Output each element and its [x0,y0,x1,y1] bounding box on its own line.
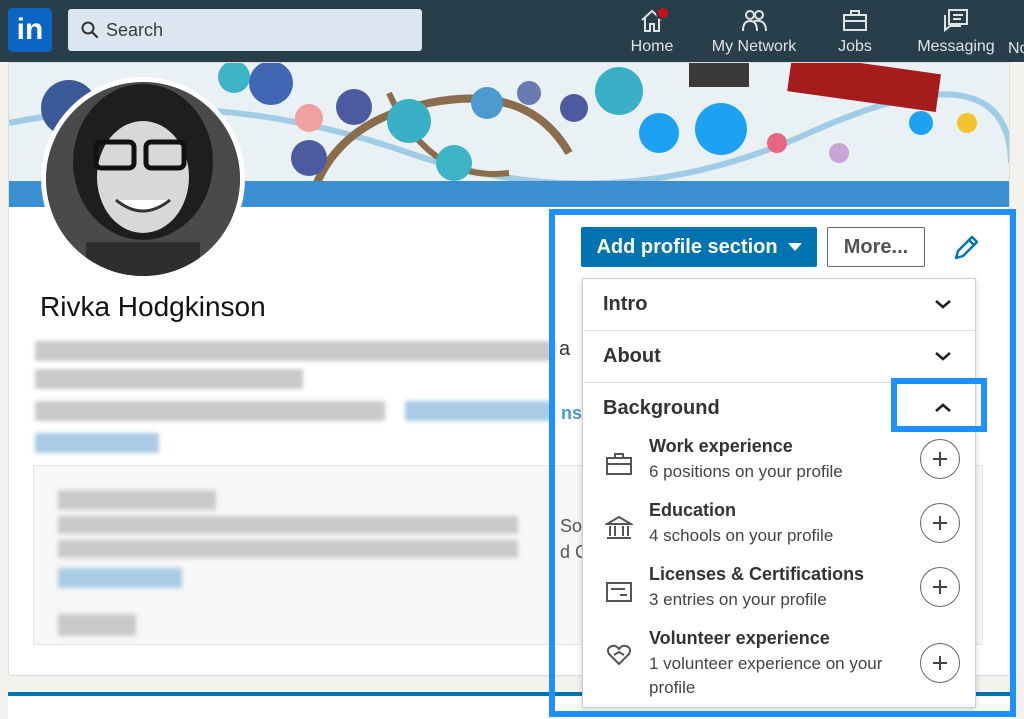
blurred-box-line-2 [58,540,518,558]
nav-messaging-label: Messaging [917,38,995,55]
nav-messaging[interactable]: Messaging [914,6,998,58]
blurred-box-title [58,490,216,510]
highlight-outline-chevron [891,378,987,432]
profile-name: Rivka Hodgkinson [40,291,266,322]
nav-my-network-label: My Network [711,38,797,55]
highlight-outline-menu [549,209,1016,717]
blurred-box-link[interactable] [58,568,182,588]
blurred-headline-line-2 [35,369,303,389]
nav-home[interactable]: Home [628,6,676,58]
blurred-contact-info-link[interactable] [35,433,159,453]
nav-my-network[interactable]: My Network [706,6,802,58]
linkedin-logo[interactable]: in [8,8,52,52]
briefcase-icon [843,10,867,31]
nav-jobs[interactable]: Jobs [832,6,878,58]
profile-photo-image [46,82,240,276]
notification-badge [656,6,670,20]
profile-photo[interactable] [41,77,245,281]
top-nav: in Home My Network Jobs Messaging No [0,0,1024,62]
nav-home-label: Home [630,38,674,55]
blurred-location [35,401,385,421]
nav-jobs-label: Jobs [838,38,872,55]
blurred-box-footer [58,614,136,636]
search-input[interactable] [106,19,406,41]
nav-notifications[interactable]: No [1008,6,1024,58]
messaging-icon [944,9,968,33]
search-box[interactable] [68,9,422,51]
people-icon [742,10,767,32]
blurred-box-line-1 [58,516,518,534]
nav-notifications-label: No [1008,40,1024,57]
blurred-headline-line-1 [35,341,555,361]
search-icon [81,21,99,39]
blurred-connections-link[interactable] [405,401,553,421]
